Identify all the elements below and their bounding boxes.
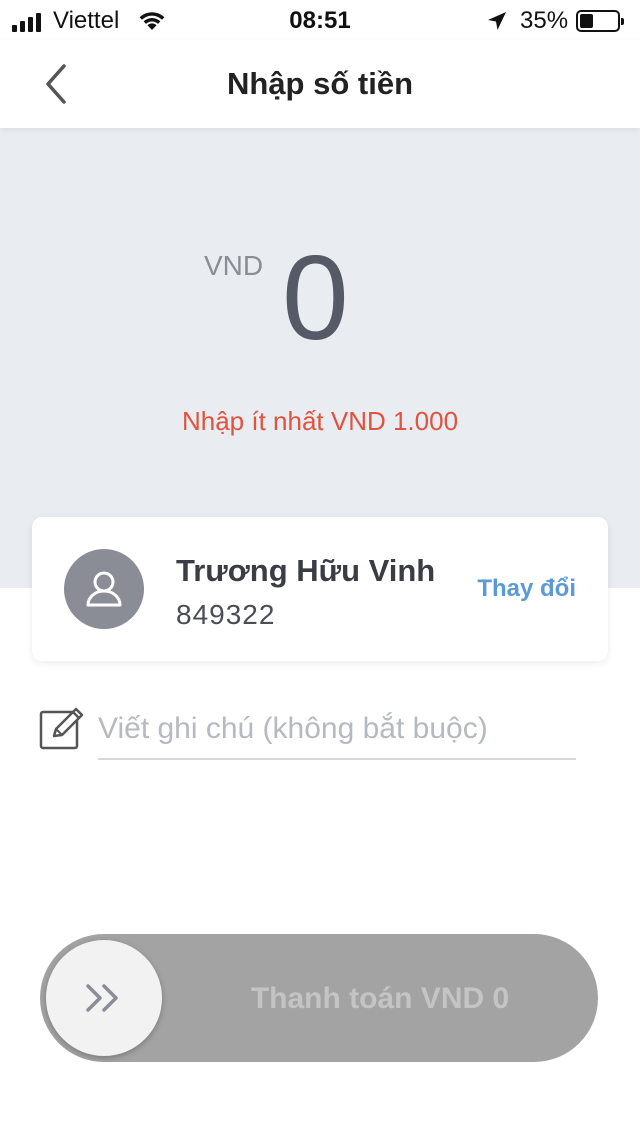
slide-to-pay-button[interactable]: Thanh toán VND 0	[40, 934, 598, 1062]
location-arrow-icon	[486, 10, 508, 37]
change-recipient-link[interactable]: Thay đổi	[477, 575, 576, 603]
page-title: Nhập số tiền	[226, 66, 413, 101]
battery-percent: 35%	[520, 7, 569, 34]
recipient-card: Trương Hữu Vinh 849322 Thay đổi	[32, 517, 608, 661]
double-chevron-right-icon	[86, 984, 118, 1012]
recipient-phone: 849322	[176, 599, 276, 630]
amount-input[interactable]: 0	[282, 238, 349, 358]
minimum-amount-warning: Nhập ít nhất VND 1.000	[181, 406, 459, 436]
avatar	[64, 549, 144, 629]
slider-knob[interactable]	[46, 940, 162, 1056]
pay-button-label: Thanh toán VND 0	[250, 982, 510, 1015]
battery-icon	[576, 10, 624, 32]
user-icon	[86, 571, 122, 607]
nav-bar: Nhập số tiền	[0, 40, 640, 128]
status-bar: Viettel 08:51 35%	[0, 0, 640, 40]
note-input[interactable]	[98, 700, 576, 760]
currency-label: VND	[204, 250, 264, 281]
edit-note-icon	[38, 704, 86, 752]
recipient-name: Trương Hữu Vinh	[176, 553, 436, 588]
